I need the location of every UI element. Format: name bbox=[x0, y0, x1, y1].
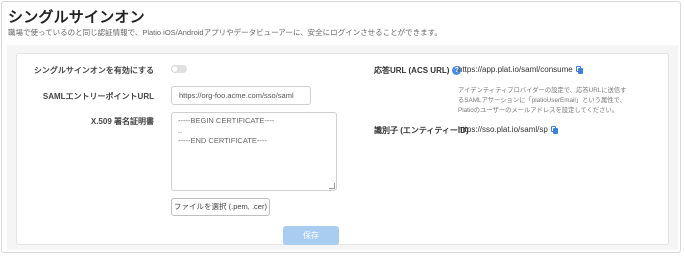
note-line: Platioのユーザーのメールアドレスを設定してください。 bbox=[458, 107, 619, 114]
page-title: シングルサインオン bbox=[8, 9, 145, 26]
cert-line: .. bbox=[178, 126, 183, 135]
saml-url-input[interactable]: https://org-foo.acme.com/sso/saml bbox=[171, 86, 311, 105]
acs-url-label-row: 応答URL (ACS URL)? bbox=[374, 65, 462, 76]
enable-sso-toggle[interactable] bbox=[171, 65, 187, 73]
settings-panel: シングルサインオンを有効にする SAMLエントリーポイントURL https:/… bbox=[7, 45, 678, 250]
acs-url-value: https://app.plat.io/saml/consume bbox=[458, 65, 573, 74]
acs-url-row: https://app.plat.io/saml/consume bbox=[458, 65, 583, 74]
page-subtitle: 職場で使っているのと同じ認証情報で、Platio iOS/Androidアプリや… bbox=[8, 28, 442, 37]
copy-icon[interactable] bbox=[550, 125, 558, 134]
saml-url-label: SAMLエントリーポイントURL bbox=[42, 92, 154, 101]
acs-url-note: アイデンティティプロバイダーの設定で、応答URLに送信す るSAMLアサーション… bbox=[458, 86, 668, 116]
toggle-knob bbox=[172, 66, 178, 72]
cert-line: -----BEGIN CERTIFICATE---- bbox=[178, 116, 275, 125]
note-line: アイデンティティプロバイダーの設定で、応答URLに送信す bbox=[458, 87, 627, 94]
note-line: るSAMLアサーションに「platioUserEmail」という属性で、 bbox=[458, 97, 626, 104]
resize-handle-icon[interactable] bbox=[329, 183, 335, 189]
sso-form-card: シングルサインオンを有効にする SAMLエントリーポイントURL https:/… bbox=[16, 53, 669, 245]
entity-id-value: https://sso.plat.io/saml/sp bbox=[458, 125, 548, 134]
entity-id-label: 識別子 (エンティティーID) bbox=[374, 126, 469, 135]
certificate-label: X.509 署名証明書 bbox=[90, 117, 154, 126]
certificate-textarea[interactable]: -----BEGIN CERTIFICATE---- .. -----END C… bbox=[171, 112, 337, 191]
save-button[interactable]: 保存 bbox=[283, 226, 339, 245]
choose-file-button[interactable]: ファイルを選択 (.pem, .cer) bbox=[171, 198, 270, 216]
cert-line: -----END CERTIFICATE---- bbox=[178, 136, 267, 145]
acs-url-label: 応答URL (ACS URL) bbox=[374, 66, 450, 75]
enable-sso-label: シングルサインオンを有効にする bbox=[33, 66, 154, 75]
entity-id-row: https://sso.plat.io/saml/sp bbox=[458, 125, 558, 134]
sso-settings-window: シングルサインオン 職場で使っているのと同じ認証情報で、Platio iOS/A… bbox=[1, 1, 681, 253]
copy-icon[interactable] bbox=[575, 65, 583, 74]
